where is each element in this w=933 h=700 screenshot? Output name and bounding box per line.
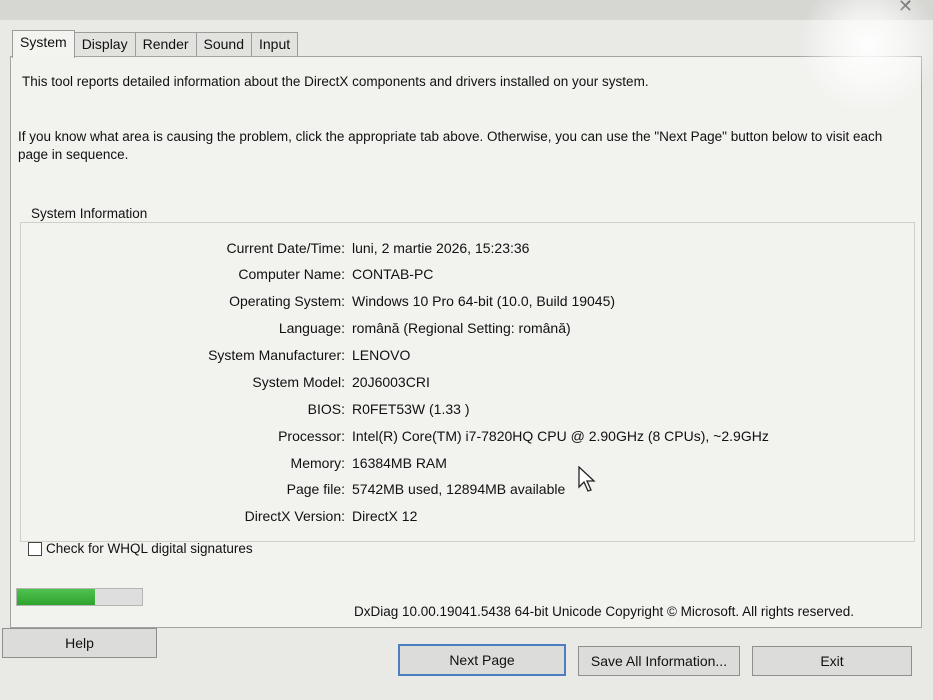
copyright-text: DxDiag 10.00.19041.5438 64-bit Unicode C… [354, 604, 854, 619]
info-row: Processor: Intel(R) Core(TM) i7-7820HQ CP… [0, 428, 933, 450]
info-row: DirectX Version: DirectX 12 [0, 508, 933, 530]
help-button[interactable]: Help [2, 628, 157, 658]
tab-input[interactable]: Input [251, 32, 299, 57]
info-label: Operating System: [229, 293, 345, 309]
info-value: LENOVO [352, 347, 411, 363]
info-row: System Model: 20J6003CRI [0, 374, 933, 396]
info-value: Intel(R) Core(TM) i7-7820HQ CPU @ 2.90GH… [352, 428, 769, 444]
whql-checkbox[interactable]: Check for WHQL digital signatures [28, 541, 253, 556]
exit-button[interactable]: Exit [752, 646, 912, 676]
info-value: română (Regional Setting: română) [352, 320, 571, 336]
info-row: BIOS: R0FET53W (1.33 ) [0, 401, 933, 423]
info-value: 5742MB used, 12894MB available [352, 481, 566, 497]
info-value: DirectX 12 [352, 508, 418, 524]
tab-display[interactable]: Display [73, 32, 136, 57]
info-value: 20J6003CRI [352, 374, 430, 390]
progress-bar [16, 588, 143, 606]
info-label: Computer Name: [238, 266, 345, 282]
info-value: Windows 10 Pro 64-bit (10.0, Build 19045… [352, 293, 616, 309]
info-value: R0FET53W (1.33 ) [352, 401, 470, 417]
info-label: Memory: [290, 455, 345, 471]
progress-fill [17, 589, 95, 605]
instructions-text: If you know what area is causing the pro… [18, 129, 883, 162]
info-row: Current Date/Time: luni, 2 martie 2026, 1… [0, 240, 933, 262]
whql-label: Check for WHQL digital signatures [46, 541, 253, 556]
checkbox-box[interactable] [28, 541, 42, 556]
tab-strip: System Display Render Sound Input [12, 30, 299, 58]
info-label: System Manufacturer: [208, 347, 345, 363]
screen-glare [793, 0, 933, 110]
info-label: Language: [278, 320, 345, 336]
save-all-information-button[interactable]: Save All Information... [578, 646, 740, 676]
info-row: Computer Name: CONTAB-PC [0, 266, 933, 288]
info-value: luni, 2 martie 2026, 15:23:36 [352, 240, 530, 256]
info-row: Memory: 16384MB RAM [0, 455, 933, 477]
group-title: System Information [28, 206, 151, 221]
mouse-cursor-icon [578, 466, 596, 492]
info-label: System Model: [252, 374, 345, 390]
dxdiag-window: ✕ System Display Render Sound Input This… [0, 0, 933, 700]
info-value: 16384MB RAM [352, 455, 447, 471]
info-row: Page file: 5742MB used, 12894MB available [0, 481, 933, 503]
info-label: BIOS: [307, 401, 345, 417]
tab-system[interactable]: System [12, 30, 75, 58]
info-row: System Manufacturer: LENOVO [0, 347, 933, 369]
info-label: Page file: [286, 481, 345, 497]
next-page-button[interactable]: Next Page [398, 644, 566, 676]
intro-text: This tool reports detailed information a… [22, 74, 649, 89]
tab-render[interactable]: Render [134, 32, 197, 57]
tab-sound[interactable]: Sound [195, 32, 252, 57]
info-label: DirectX Version: [244, 508, 345, 524]
info-row: Operating System: Windows 10 Pro 64-bit (… [0, 293, 933, 315]
info-label: Current Date/Time: [226, 240, 345, 256]
info-row: Language: română (Regional Setting: român… [0, 320, 933, 342]
info-value: CONTAB-PC [352, 266, 434, 282]
info-label: Processor: [278, 428, 345, 444]
